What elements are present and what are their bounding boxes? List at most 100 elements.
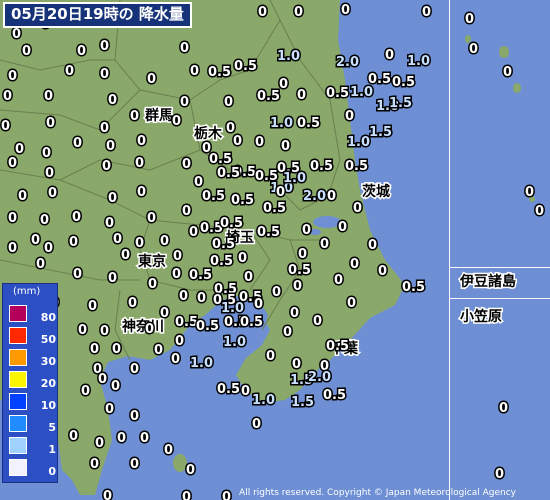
rainfall-value-label: 0.5 <box>326 339 349 354</box>
rainfall-value-label: 0 <box>90 342 99 357</box>
precipitation-map: 群馬 栃木 茨城 埼玉 東京 神奈川 千葉 伊豆諸島 小笠原 0 0 0 000 0 0 0… <box>0 0 550 500</box>
rainfall-value-label: 0 <box>103 489 112 500</box>
rainfall-value-label: 0 <box>368 238 377 253</box>
rainfall-value-label: 0 <box>345 109 354 124</box>
rainfall-value-label: 0 <box>298 247 307 262</box>
rainfall-value-label: 0 <box>12 27 21 42</box>
legend-row: 30 <box>9 349 56 369</box>
legend-row: 5 <box>9 415 56 435</box>
rainfall-value-label: 0 <box>266 349 275 364</box>
rainfall-value-label: 0.5 <box>392 75 415 90</box>
rainfall-value-label: 0 <box>252 417 261 432</box>
legend-row: 50 <box>9 327 56 347</box>
rainfall-value-label: 0 <box>31 233 40 248</box>
rainfall-value-label: 0 <box>292 357 301 372</box>
rainfall-value-label: 0 <box>102 159 111 174</box>
rainfall-value-label: 0 <box>42 146 51 161</box>
rainfall-value-label: 0.5 <box>257 89 280 104</box>
rainfall-value-label: 0.5 <box>368 72 391 87</box>
rainfall-value-label: 0.5 <box>288 263 311 278</box>
rainfall-value-label: 0 <box>283 325 292 340</box>
lake-kasumigaura <box>313 216 341 228</box>
rainfall-value-label: 0 <box>182 204 191 219</box>
place-label-ogasawara: 小笠原 <box>460 308 502 325</box>
rainfall-value-label: 0 <box>254 297 263 312</box>
rainfall-value-label: 0 <box>182 490 191 500</box>
rainfall-value-label: 0 <box>40 213 49 228</box>
rainfall-value-label: 0 <box>297 88 306 103</box>
rainfall-value-label: 0 <box>8 241 17 256</box>
rainfall-value-label: 0.5 <box>220 216 243 231</box>
rainfall-value-label: 0.5 <box>208 65 231 80</box>
rainfall-value-label: 0 <box>15 142 24 157</box>
rainfall-value-label: 0 <box>164 443 173 458</box>
legend-level-label: 20 <box>40 377 56 390</box>
rainfall-value-label: 0 <box>135 156 144 171</box>
rainfall-value-label: 0 <box>302 223 311 238</box>
side-panel-divider <box>449 0 450 500</box>
rainfall-value-label: 0.5 <box>217 166 240 181</box>
rainfall-value-label: 0 <box>341 3 350 18</box>
rainfall-value-label: 0.5 <box>217 382 240 397</box>
legend-unit: (mm) <box>13 286 41 297</box>
rainfall-value-label: 0 <box>258 5 267 20</box>
rainfall-value-label: 0 <box>73 136 82 151</box>
rainfall-value-label: 0 <box>77 44 86 59</box>
place-label-kanagawa: 神奈川 <box>122 318 164 335</box>
rainfall-value-label: 0 <box>290 306 299 321</box>
rainfall-value-label: 1.5 <box>389 96 412 111</box>
rainfall-value-label: 0 <box>189 225 198 240</box>
rainfall-value-label: 0 <box>525 185 534 200</box>
rainfall-value-label: 0 <box>224 95 233 110</box>
rainfall-value-label: 0 <box>422 5 431 20</box>
rainfall-value-label: 0 <box>1 119 10 134</box>
rainfall-value-label: 0 <box>190 64 199 79</box>
rainfall-value-label: 0 <box>81 384 90 399</box>
rainfall-value-label: 0 <box>148 277 157 292</box>
rainfall-value-label: 0 <box>105 216 114 231</box>
rainfall-value-label: 0 <box>130 409 139 424</box>
legend-level-label: 5 <box>48 421 56 434</box>
rainfall-value-label: 0 <box>98 372 107 387</box>
rainfall-value-label: 0.5 <box>196 319 219 334</box>
rainfall-value-label: 0 <box>90 457 99 472</box>
rainfall-value-label: 0.5 <box>323 388 346 403</box>
rainfall-value-label: 0 <box>495 467 504 482</box>
rainfall-value-label: 0 <box>8 156 17 171</box>
rainfall-value-label: 1.5 <box>291 395 314 410</box>
rainfall-value-label: 0 <box>535 204 544 219</box>
copyright-notice: All rights reserved. Copyright © Japan M… <box>239 488 516 498</box>
rainfall-value-label: 0 <box>108 191 117 206</box>
rainfall-value-label: 0 <box>347 296 356 311</box>
rainfall-value-label: 0 <box>172 114 181 129</box>
rainfall-value-label: 0 <box>154 343 163 358</box>
rainfall-value-label: 0 <box>48 186 57 201</box>
side-panel-divider-1 <box>449 267 550 268</box>
rainfall-value-label: 0 <box>238 251 247 266</box>
map-title: 05月20日19時の 降水量 <box>3 2 192 28</box>
rainfall-value-label: 0 <box>100 121 109 136</box>
rainfall-value-label: 0 <box>100 67 109 82</box>
rainfall-value-label: 2.0 <box>308 370 331 385</box>
rainfall-value-label: 0 <box>233 134 242 149</box>
rainfall-value-label: 0 <box>108 93 117 108</box>
rainfall-value-label: 0 <box>147 211 156 226</box>
legend-level-label: 30 <box>40 355 56 368</box>
rainfall-value-label: 0.5 <box>345 159 368 174</box>
rainfall-value-label: 0.5 <box>210 254 233 269</box>
rainfall-value-label: 0 <box>182 157 191 172</box>
rainfall-value-label: 0 <box>499 401 508 416</box>
rainfall-value-label: 0 <box>385 48 394 63</box>
rainfall-value-label: 0 <box>135 236 144 251</box>
legend-level-label: 10 <box>40 399 56 412</box>
rainfall-value-label: 0 <box>130 109 139 124</box>
rainfall-value-label: 0 <box>194 175 203 190</box>
rainfall-value-label: 0 <box>276 185 285 200</box>
rainfall-value-label: 0 <box>3 89 12 104</box>
rainfall-value-label: 2.0 <box>303 189 326 204</box>
rainfall-value-label: 0 <box>113 232 122 247</box>
rainfall-value-label: 1.5 <box>369 125 392 140</box>
rainfall-value-label: 0 <box>313 314 322 329</box>
rainfall-value-label: 0 <box>100 324 109 339</box>
place-label-tochigi: 栃木 <box>194 125 223 142</box>
